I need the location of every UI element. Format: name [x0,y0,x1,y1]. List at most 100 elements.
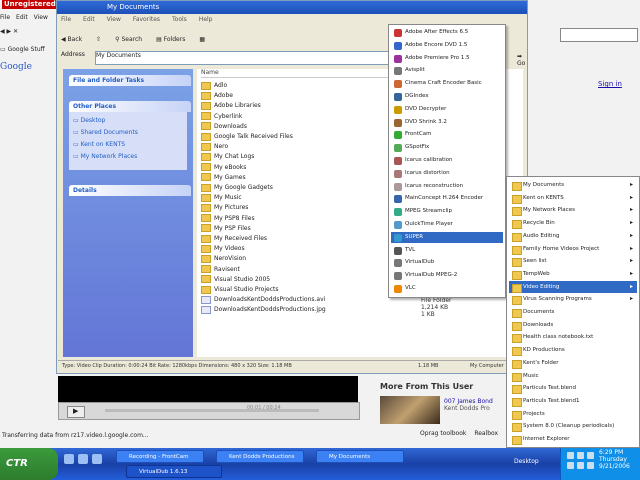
folders-button[interactable]: ▤ Folders [156,31,185,49]
play-button[interactable]: ▶ [67,406,85,418]
start-menu-item[interactable]: Projects [509,408,637,421]
tray-icon-3[interactable] [587,452,594,459]
file-row[interactable]: Nero [201,142,228,151]
start-menu-item[interactable]: Recycle Bin ▸ [509,217,637,230]
related-video-link[interactable]: 007 James Bond Kent Dodds Pro [444,398,493,412]
browser-search-input[interactable] [560,28,638,42]
file-row[interactable]: Adobe [201,91,233,100]
file-row[interactable]: DownloadsKentDoddsProductions.jpg [201,305,326,314]
file-row[interactable]: Cyberlink [201,112,242,121]
up-folder-button[interactable]: ⇧ [96,31,101,49]
place-desktop[interactable]: ▭ Desktop [73,117,105,124]
program-item[interactable]: QuickTime Player [391,219,503,231]
explorer-title-bar[interactable]: My Documents [57,1,527,14]
column-header-name[interactable]: Name [201,69,401,78]
task-kent-dodds[interactable]: Kent Dodds Productions [216,450,304,463]
tray-icon-4[interactable] [567,462,574,469]
start-menu-item[interactable]: Downloads [509,319,637,332]
quicklaunch-ie-icon[interactable] [64,454,74,464]
sign-in-link[interactable]: Sign in [598,80,622,88]
file-row[interactable]: Google Talk Received Files [201,132,293,141]
back-icon[interactable]: ◀ [0,28,5,35]
place-shared-documents[interactable]: ▭ Shared Documents [73,129,138,136]
file-row[interactable]: DownloadsKentDoddsProductions.avi [201,295,325,304]
file-row[interactable]: My Google Gadgets [201,183,273,192]
file-row[interactable]: My Videos [201,244,245,253]
details-header[interactable]: Details [69,185,191,196]
start-menu-item[interactable]: Video Editing ▸ [509,280,637,294]
desktop-toolbar-label[interactable]: Desktop [514,458,539,465]
program-item[interactable]: MainConcept H.264 Encoder [391,193,503,205]
start-menu-item[interactable]: My Network Places ▸ [509,204,637,217]
file-row[interactable]: Ravisent [201,265,240,274]
place-my-network[interactable]: ▭ My Network Places [73,153,137,160]
menu-view[interactable]: View [107,16,121,23]
seek-bar[interactable] [105,409,319,412]
menu-help[interactable]: Help [199,16,213,23]
program-item[interactable]: VirtualDub [391,257,503,269]
file-row[interactable]: My PSP Files [201,224,251,233]
program-item[interactable]: DGIndex [391,91,503,103]
back-button[interactable]: ◀ Back [61,31,82,49]
place-kent-on-kents[interactable]: ▭ Kent on KENTS [73,141,125,148]
views-button[interactable]: ▦ [199,31,205,49]
file-row[interactable]: My Music [201,193,242,202]
start-menu-item[interactable]: Particuls Test.blend1 [509,395,637,408]
refresh-icon[interactable]: ✕ [13,28,18,35]
start-menu-item[interactable]: System 8.0 (Cleanup periodicals) [509,420,637,433]
tray-icon-6[interactable] [587,462,594,469]
menu-tools[interactable]: Tools [172,16,187,23]
file-row[interactable]: Adlo [201,81,227,90]
program-item[interactable]: SUPER [391,231,503,244]
file-row[interactable]: Downloads [201,122,247,131]
program-item[interactable]: FrontCam [391,129,503,141]
start-menu-item[interactable]: Virus Scanning Programs ▸ [509,293,637,306]
program-item[interactable]: Adobe Encore DVD 1.5 [391,40,503,52]
favorite-google-stuff[interactable]: Google Stuff [8,46,45,53]
file-row[interactable]: Adobe Libraries [201,101,261,110]
other-places-header[interactable]: Other Places [69,101,191,112]
program-item[interactable]: Adobe Premiere Pro 1.5 [391,53,503,65]
video-thumbnail[interactable] [380,396,440,424]
program-item[interactable]: Cinema Craft Encoder Basic [391,78,503,90]
start-menu-item[interactable]: My Documents ▸ [509,179,637,192]
start-menu-item[interactable]: TempWeb ▸ [509,268,637,281]
program-item[interactable]: TVL [391,245,503,257]
menu-edit[interactable]: Edit [83,16,95,23]
task-virtualdub[interactable]: VirtualDub 1.6.13 [126,465,222,478]
status-item-2[interactable]: Realbox [474,430,498,437]
file-row[interactable]: My Received Files [201,234,267,243]
menu-favorites[interactable]: Favorites [133,16,160,23]
program-item[interactable]: Icarus distortion [391,168,503,180]
menu-file[interactable]: File [61,16,71,23]
quicklaunch-desktop-icon[interactable] [78,454,88,464]
start-menu-item[interactable]: Documents [509,306,637,319]
start-menu-item[interactable]: Audio Editing ▸ [509,230,637,243]
file-row[interactable]: My eBooks [201,163,246,172]
program-item[interactable]: DVD Shrink 3.2 [391,117,503,129]
go-button[interactable]: ➡ Go [517,53,527,67]
program-item[interactable]: Adobe After Effects 6.5 [391,27,503,39]
program-item[interactable]: Icarus calibration [391,155,503,167]
file-row[interactable]: My Pictures [201,203,248,212]
start-button[interactable]: CTR [0,448,58,480]
clock[interactable]: 6:29 PM Thursday 9/21/2006 [599,449,630,470]
file-row[interactable]: My PSP8 Files [201,214,255,223]
browser-menu-view[interactable]: View [34,14,48,21]
quicklaunch-media-icon[interactable] [92,454,102,464]
task-recording[interactable]: Recording - FrontCam [116,450,204,463]
start-menu-item[interactable]: KD Productions [509,344,637,357]
program-item[interactable]: VLC [391,283,503,295]
program-item[interactable]: GSpotFix [391,142,503,154]
program-item[interactable]: MPEG Streamclip [391,206,503,218]
start-menu-item[interactable]: Health class notebook.txt [509,331,637,344]
file-row[interactable]: Visual Studio Projects [201,285,279,294]
file-row[interactable]: My Games [201,173,246,182]
start-menu-item[interactable]: Kent's Folder [509,357,637,370]
browser-menu-edit[interactable]: Edit [16,14,28,21]
start-menu-item[interactable]: Internet Explorer [509,433,637,446]
program-item[interactable]: Icarus reconstruction [391,181,503,193]
forward-icon[interactable]: ▶ [7,28,12,35]
tray-icon-2[interactable] [577,452,584,459]
task-my-documents[interactable]: My Documents [316,450,404,463]
